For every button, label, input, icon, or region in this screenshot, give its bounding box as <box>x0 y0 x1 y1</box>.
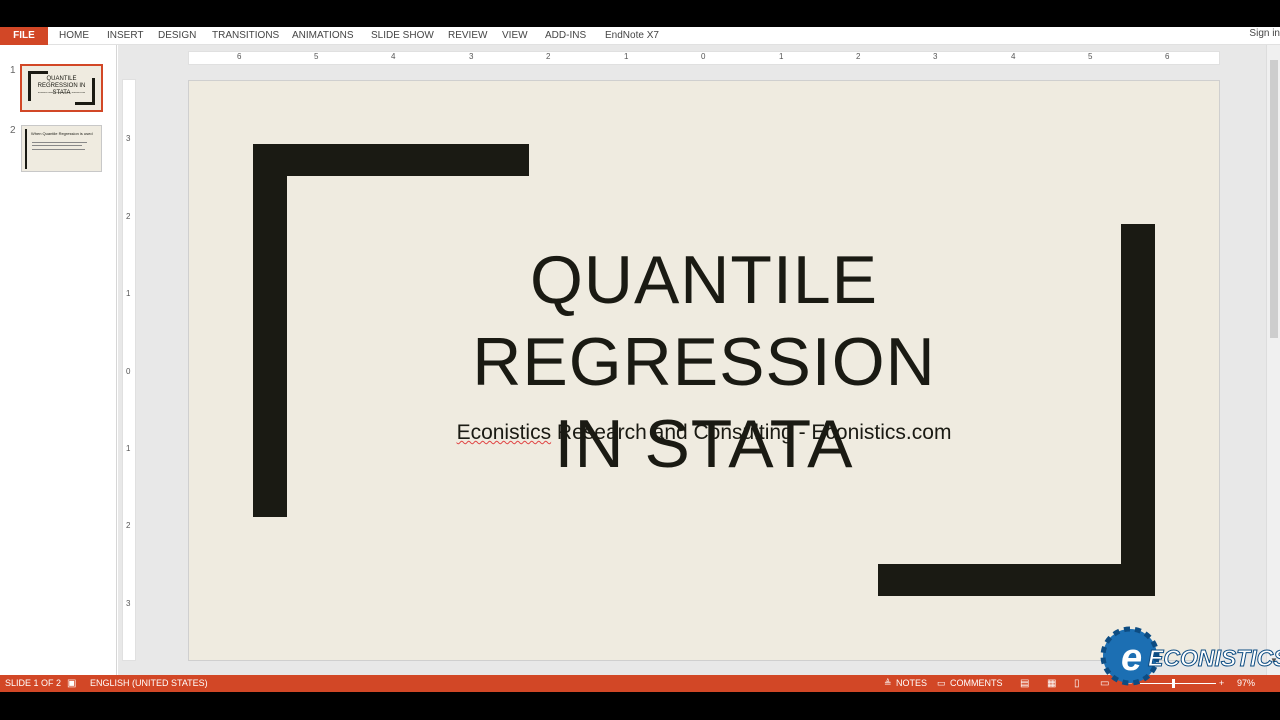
logo-text: ECONISTICS <box>1148 645 1280 671</box>
tab-view[interactable]: VIEW <box>502 27 528 45</box>
slide-thumbnail-1[interactable]: QUANTILE REGRESSION IN STATA Econistics … <box>20 64 103 112</box>
thumb2-title: When Quantile Regression is used <box>31 131 93 136</box>
slide-editor: 6 5 4 3 2 1 0 1 2 3 4 5 6 3 2 1 0 1 2 3 … <box>118 45 1280 675</box>
thumb-subtitle: Econistics Research and Consulting - Eco… <box>37 92 86 94</box>
bottom-letterbox <box>0 692 1280 720</box>
tab-animations[interactable]: ANIMATIONS <box>292 27 353 45</box>
thumb-bar-bottom <box>75 102 95 105</box>
tab-endnote[interactable]: EndNote X7 <box>605 27 659 45</box>
slide-sorter-icon[interactable]: ▦ <box>1047 675 1056 692</box>
language-indicator[interactable]: ENGLISH (UNITED STATES) <box>90 675 208 692</box>
thumbnail-number-1: 1 <box>10 65 16 76</box>
frame-bar-right <box>1121 224 1155 596</box>
vruler-label: 2 <box>126 212 131 221</box>
vruler-label: 2 <box>126 521 131 530</box>
comments-icon: ▭ <box>937 678 946 688</box>
tab-slide-show[interactable]: SLIDE SHOW <box>371 27 434 45</box>
hruler-label: 1 <box>624 52 629 61</box>
thumb2-line-1 <box>32 142 87 143</box>
reading-view-icon[interactable]: ▯ <box>1074 675 1080 692</box>
title-bar <box>0 0 1280 27</box>
vruler-label: 3 <box>126 134 131 143</box>
hruler-label: 2 <box>546 52 551 61</box>
notes-button[interactable]: NOTES <box>896 675 927 692</box>
tab-design[interactable]: DESIGN <box>158 27 196 45</box>
hruler-label: 2 <box>856 52 861 61</box>
vruler-label: 0 <box>126 367 131 376</box>
slide-count: SLIDE 1 OF 2 <box>5 678 62 688</box>
notes-icon: ≜ <box>884 678 892 688</box>
status-bar: SLIDE 1 OF 2 ▣ ENGLISH (UNITED STATES) ≜… <box>0 675 1280 692</box>
hruler-label: 6 <box>237 52 242 61</box>
thumb2-line-2 <box>32 145 82 146</box>
thumb2-bar <box>25 129 27 169</box>
vruler-label: 1 <box>126 444 131 453</box>
workspace: 1 QUANTILE REGRESSION IN STATA Econistic… <box>0 45 1280 675</box>
powerpoint-window: FILE HOME INSERT DESIGN TRANSITIONS ANIM… <box>0 0 1280 720</box>
slide-subtitle[interactable]: Econistics Research and Consulting - Eco… <box>289 421 1119 445</box>
hruler-label: 0 <box>701 52 706 61</box>
hruler-label: 1 <box>779 52 784 61</box>
thumb-bar-top <box>28 71 48 74</box>
horizontal-ruler: 6 5 4 3 2 1 0 1 2 3 4 5 6 <box>188 51 1220 65</box>
tab-home[interactable]: HOME <box>59 27 89 45</box>
hruler-label: 4 <box>391 52 396 61</box>
spellcheck-icon[interactable]: ▣ <box>67 675 76 692</box>
slide-canvas[interactable]: QUANTILE REGRESSION IN STATA Econistics … <box>188 80 1220 661</box>
tab-add-ins[interactable]: ADD-INS <box>545 27 586 45</box>
hruler-label: 6 <box>1165 52 1170 61</box>
hruler-label: 5 <box>1088 52 1093 61</box>
econistics-logo: e ECONISTICS <box>1100 625 1280 687</box>
vertical-ruler: 3 2 1 0 1 2 3 <box>122 79 136 661</box>
frame-bar-bottom <box>878 564 1155 596</box>
vertical-scrollbar[interactable]: ▼ <box>1266 45 1280 675</box>
slide-title[interactable]: QUANTILE REGRESSION IN STATA <box>289 239 1119 485</box>
comments-button[interactable]: COMMENTS <box>950 675 1003 692</box>
subtitle-misspelled-word: Econistics <box>456 421 552 444</box>
tab-insert[interactable]: INSERT <box>107 27 144 45</box>
logo-e-letter: e <box>1121 637 1142 679</box>
sign-in-link[interactable]: Sign in <box>1249 27 1280 41</box>
ribbon-tabs: FILE HOME INSERT DESIGN TRANSITIONS ANIM… <box>0 27 1280 45</box>
normal-view-icon[interactable]: ▤ <box>1020 675 1029 692</box>
frame-bar-top <box>253 144 529 176</box>
subtitle-text: Research and Consulting - Econistics.com <box>551 421 952 444</box>
file-tab[interactable]: FILE <box>0 27 48 45</box>
vruler-label: 1 <box>126 289 131 298</box>
thumbnail-number-2: 2 <box>10 125 16 136</box>
hruler-label: 3 <box>469 52 474 61</box>
hruler-label: 4 <box>1011 52 1016 61</box>
hruler-label: 5 <box>314 52 319 61</box>
frame-bar-left <box>253 144 287 517</box>
hruler-label: 3 <box>933 52 938 61</box>
thumb2-line-3 <box>32 149 85 150</box>
tab-transitions[interactable]: TRANSITIONS <box>212 27 279 45</box>
vruler-label: 3 <box>126 599 131 608</box>
slide-title-line-1: QUANTILE REGRESSION <box>472 242 936 400</box>
slide-thumbnail-pane[interactable]: 1 QUANTILE REGRESSION IN STATA Econistic… <box>0 45 117 675</box>
scrollbar-thumb[interactable] <box>1270 60 1278 338</box>
tab-review[interactable]: REVIEW <box>448 27 487 45</box>
slide-thumbnail-2[interactable]: When Quantile Regression is used <box>21 125 102 172</box>
